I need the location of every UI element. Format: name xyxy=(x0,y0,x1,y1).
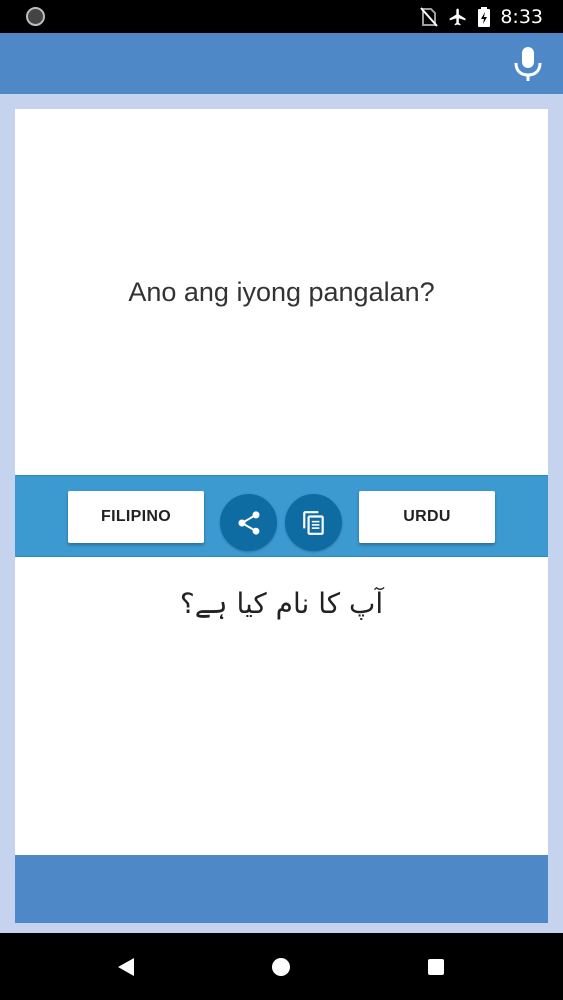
source-language-button[interactable]: FILIPINO xyxy=(68,491,204,543)
status-time: 8:33 xyxy=(500,5,543,28)
no-sim-icon xyxy=(420,6,439,27)
home-icon[interactable] xyxy=(272,958,290,976)
copy-button[interactable] xyxy=(285,494,342,551)
system-nav-bar xyxy=(0,933,563,1000)
language-control-strip: FILIPINO URDU xyxy=(15,475,548,557)
target-text: آپ کا نام کیا ہے؟ xyxy=(179,587,384,620)
battery-charging-icon xyxy=(478,6,491,27)
status-icons: 8:33 xyxy=(420,0,543,33)
share-button[interactable] xyxy=(220,494,277,551)
target-language-button[interactable]: URDU xyxy=(359,491,495,543)
source-text: Ano ang iyong pangalan? xyxy=(128,276,435,307)
share-icon xyxy=(238,510,259,535)
microphone-icon[interactable] xyxy=(513,46,543,82)
airplane-mode-icon xyxy=(449,8,466,25)
target-text-panel[interactable]: آپ کا نام کیا ہے؟ xyxy=(15,557,548,855)
source-text-panel[interactable]: Ano ang iyong pangalan? xyxy=(15,109,548,475)
copy-icon xyxy=(302,510,324,535)
bottom-banner-area xyxy=(15,855,548,923)
recents-icon[interactable] xyxy=(428,959,444,975)
app-bar xyxy=(0,33,563,94)
camera-dot-icon xyxy=(26,7,45,26)
status-bar: 8:33 xyxy=(0,0,563,33)
back-icon[interactable] xyxy=(117,957,135,977)
